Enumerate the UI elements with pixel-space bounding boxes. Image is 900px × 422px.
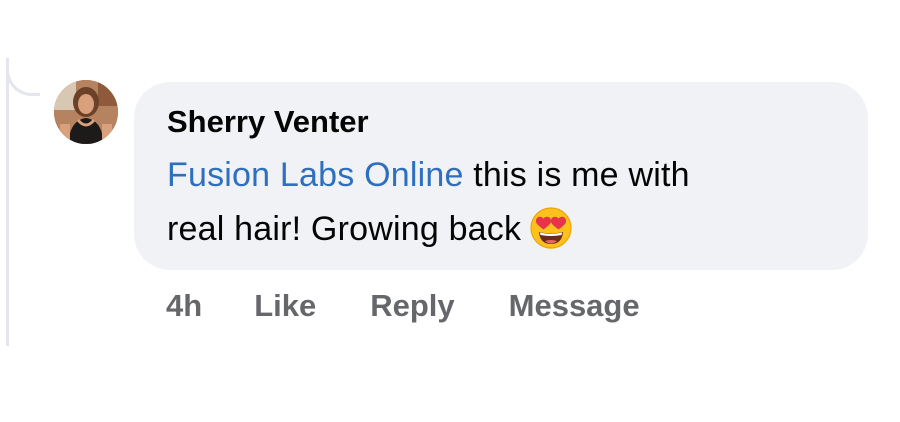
- avatar[interactable]: [54, 80, 118, 144]
- mention-link[interactable]: Fusion Labs Online: [167, 156, 464, 194]
- comment-thread: Sherry Venter Fusion Labs Online this is…: [0, 0, 900, 422]
- reply-button[interactable]: Reply: [370, 288, 454, 324]
- comment-text: Fusion Labs Online this is me with real …: [167, 148, 834, 266]
- comment-text-line1: this is me with: [463, 156, 690, 194]
- avatar-image: [54, 80, 118, 144]
- comment-text-line2: real hair! Growing back: [167, 210, 522, 248]
- comment-actions: 4h Like Reply Message: [166, 288, 694, 324]
- thread-connector-curve: [6, 62, 40, 96]
- like-button[interactable]: Like: [254, 288, 316, 324]
- message-button[interactable]: Message: [509, 288, 640, 324]
- comment-bubble: Sherry Venter Fusion Labs Online this is…: [134, 82, 868, 270]
- comment-author-name[interactable]: Sherry Venter: [167, 102, 834, 142]
- comment-timestamp[interactable]: 4h: [166, 288, 202, 324]
- thread-connector-line: [6, 58, 9, 346]
- heart-eyes-emoji-icon: [529, 206, 573, 266]
